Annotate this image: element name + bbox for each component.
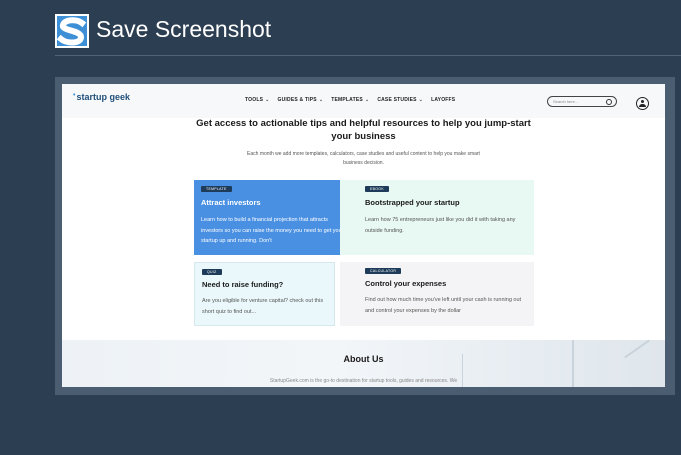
app-header: Save Screenshot (0, 0, 681, 56)
user-icon-body (639, 104, 646, 107)
chevron-down-icon: ⌄ (364, 97, 370, 103)
screenshot-frame: •startup geek TOOLS ⌄ GUIDES & TIPS ⌄ TEMP… (55, 77, 675, 395)
card-description: Learn how 75 entrepreneurs just like you… (365, 217, 516, 234)
card-description: Find out how much time you've left until… (365, 297, 522, 314)
card-badge: CALCULATOR (365, 268, 402, 274)
chevron-down-icon: ⌄ (318, 97, 324, 103)
search-icon[interactable] (606, 99, 612, 105)
header-divider (55, 55, 681, 56)
card-description: Learn how to build a financial projectio… (201, 217, 344, 244)
card-raise-funding[interactable]: QUIZ Need to raise funding? Are you elig… (194, 262, 335, 326)
nav-label: GUIDES & TIPS (277, 97, 317, 103)
s-logo-icon (55, 14, 89, 48)
about-text: StartupGeek.com is the go-to destination… (269, 378, 458, 384)
about-title: About Us (343, 354, 384, 364)
nav-item-case-studies[interactable]: CASE STUDIES ⌄ (377, 97, 423, 103)
screenshot-preview: •startup geek TOOLS ⌄ GUIDES & TIPS ⌄ TEMP… (62, 84, 665, 387)
chevron-down-icon: ⌄ (418, 97, 424, 103)
card-control-expenses[interactable]: CALCULATOR Control your expenses Find ou… (340, 262, 534, 326)
search-input[interactable]: Search here... (547, 96, 617, 107)
card-title: Attract investors (201, 198, 261, 207)
search-placeholder: Search here... (553, 99, 579, 104)
site-menu: TOOLS ⌄ GUIDES & TIPS ⌄ TEMPLATES ⌄ CASE ST… (245, 97, 455, 103)
nav-label: LAYOFFS (431, 97, 456, 103)
brand-name: startup geek (76, 92, 130, 102)
nav-label: TOOLS (245, 97, 264, 103)
app-title: Save Screenshot (96, 16, 272, 42)
user-icon[interactable] (636, 97, 649, 110)
site-brand[interactable]: •startup geek (73, 92, 130, 102)
chevron-down-icon: ⌄ (265, 97, 270, 103)
nav-item-guides[interactable]: GUIDES & TIPS ⌄ (278, 97, 324, 103)
card-badge: QUIZ (202, 269, 222, 275)
hero-subtitle: Each month we add more templates, calcul… (247, 151, 480, 166)
card-title: Need to raise funding? (202, 280, 284, 289)
nav-item-layoffs[interactable]: LAYOFFS (431, 97, 455, 103)
nav-label: TEMPLATES (331, 97, 363, 103)
card-badge: EBOOK (365, 186, 389, 192)
user-icon-head (641, 100, 644, 103)
about-section: About Us StartupGeek.com is the go-to de… (62, 339, 665, 387)
card-bootstrapped[interactable]: EBOOK Bootstrapped your startup Learn ho… (340, 180, 534, 255)
nav-label: CASE STUDIES (377, 97, 417, 103)
card-title: Bootstrapped your startup (365, 198, 460, 207)
card-description: Are you eligible for venture capital? ch… (202, 298, 324, 315)
nav-item-templates[interactable]: TEMPLATES ⌄ (331, 97, 369, 103)
site-navbar: •startup geek TOOLS ⌄ GUIDES & TIPS ⌄ TEMP… (62, 84, 665, 118)
card-title: Control your expenses (365, 279, 447, 288)
nav-item-tools[interactable]: TOOLS ⌄ (245, 97, 270, 103)
hero-title: Get access to actionable tips and helpfu… (196, 118, 531, 142)
card-attract-investors[interactable]: TEMPLATE Attract investors Learn how to … (194, 180, 355, 255)
card-badge: TEMPLATE (201, 186, 232, 192)
